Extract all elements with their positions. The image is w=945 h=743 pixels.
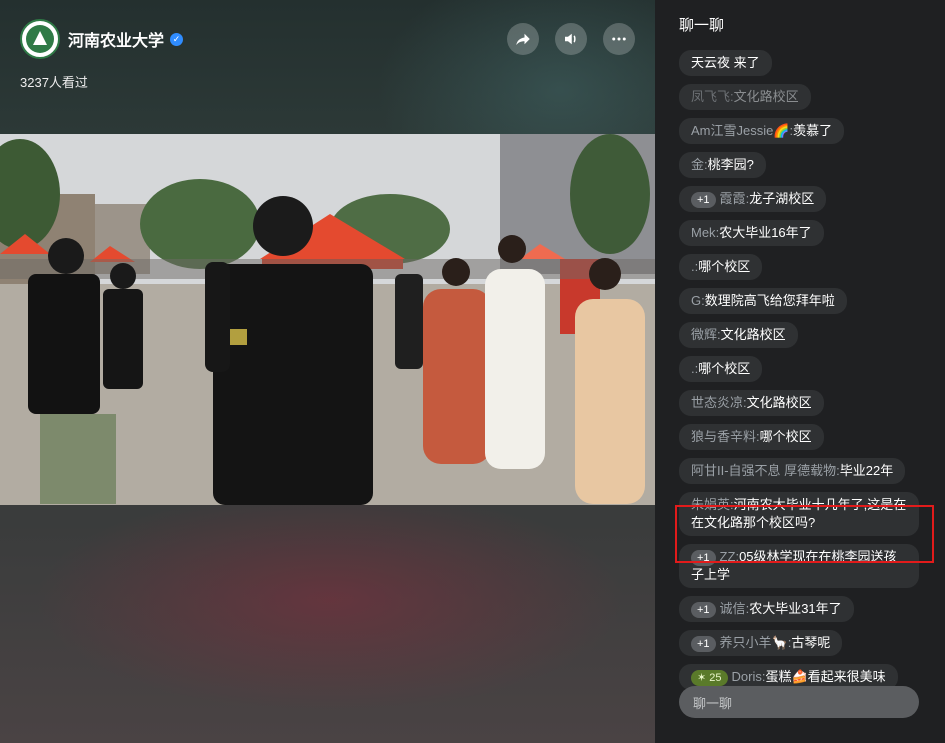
message-badge: +1 [691,192,716,208]
message-user: 养只小羊🦙 [719,635,788,650]
chat-message: 狼与香辛料:哪个校区 [679,424,824,450]
more-icon [612,37,626,41]
fan-icon: ✶ [697,672,710,684]
chat-title: 聊一聊 [679,17,725,34]
share-icon [516,33,530,45]
message-text: 农大毕业16年了 [719,225,812,240]
message-user: Am江雪Jessie🌈 [691,123,790,138]
chat-message: Am江雪Jessie🌈:羡慕了 [679,118,845,144]
chat-message: 阿甘II-自强不息 厚德载物:毕业22年 [679,458,906,484]
message-user: 诚信 [719,601,746,616]
message-text: 古琴呢 [791,635,831,650]
message-badge: ✶ 25 [691,670,728,686]
chat-message: .:哪个校区 [679,356,763,382]
volume-button[interactable] [555,23,587,55]
message-user: 狼与香辛料 [691,429,757,444]
chat-message: 金:桃李园? [679,152,766,178]
more-button[interactable] [603,23,635,55]
message-text: 天云夜 来了 [691,55,760,70]
view-count: 3237人看过 [20,75,88,90]
message-text: 哪个校区 [759,429,812,444]
chat-message: 凤飞飞:文化路校区 [679,84,811,110]
chat-panel: 聊一聊 天云夜 来了 凤飞飞:文化路校区 Am江雪Jessie🌈:羡慕了 金:桃… [655,0,945,743]
message-text: 桃李园? [707,157,754,172]
message-text: 文化路校区 [733,89,799,104]
badge-value: 25 [709,672,722,684]
message-text: 文化路校区 [746,395,812,410]
chat-message: Mek:农大毕业16年了 [679,220,824,246]
video-frame[interactable] [0,134,655,505]
header-actions [507,23,635,55]
message-user: 微辉 [691,327,718,342]
message-user: 霞霞 [719,191,746,206]
message-text: 文化路校区 [720,327,786,342]
message-text: 羡慕了 [793,123,833,138]
volume-icon [565,33,576,45]
video-pane: 河南农业大学 ✓ 3237人看过 [0,0,655,743]
chat-message: +1 养只小羊🦙:古琴呢 [679,630,843,656]
message-user: 阿甘II-自强不息 厚德载物 [691,463,837,478]
message-badge: +1 [691,636,716,652]
chat-message: +1 霞霞:龙子湖校区 [679,186,827,212]
chat-message: 微辉:文化路校区 [679,322,798,348]
video-scene [0,134,655,505]
message-user: G [691,293,702,308]
logo-emblem [26,25,54,53]
message-text: 农大毕业31年了 [749,601,842,616]
chat-message: 世态炎凉:文化路校区 [679,390,824,416]
chat-input[interactable]: 聊一聊 [679,686,919,718]
chat-message: 天云夜 来了 [679,50,772,76]
message-text: 数理院高飞给您拜年啦 [704,293,835,308]
chat-message: .:哪个校区 [679,254,763,280]
message-user: Mek [691,225,716,240]
message-user: 凤飞飞 [691,89,731,104]
verified-icon: ✓ [170,32,184,46]
header: 河南农业大学 ✓ [20,18,635,60]
message-user: 世态炎凉 [691,395,744,410]
message-text: 哪个校区 [698,361,751,376]
university-logo[interactable] [20,19,60,59]
message-text: 蛋糕🍰看起来很美味 [765,669,886,684]
account-name[interactable]: 河南农业大学 [68,27,164,51]
message-text: 毕业22年 [839,463,894,478]
message-badge: +1 [691,602,716,618]
chat-message: +1 诚信:农大毕业31年了 [679,596,854,622]
message-list[interactable]: 天云夜 来了 凤飞飞:文化路校区 Am江雪Jessie🌈:羡慕了 金:桃李园? … [679,50,929,698]
message-user: Doris [731,669,762,684]
message-user: 金 [691,157,705,172]
highlight-box [675,505,934,563]
share-button[interactable] [507,23,539,55]
message-text: 哪个校区 [698,259,751,274]
message-text: 龙子湖校区 [749,191,815,206]
chat-message: G:数理院高飞给您拜年啦 [679,288,847,314]
